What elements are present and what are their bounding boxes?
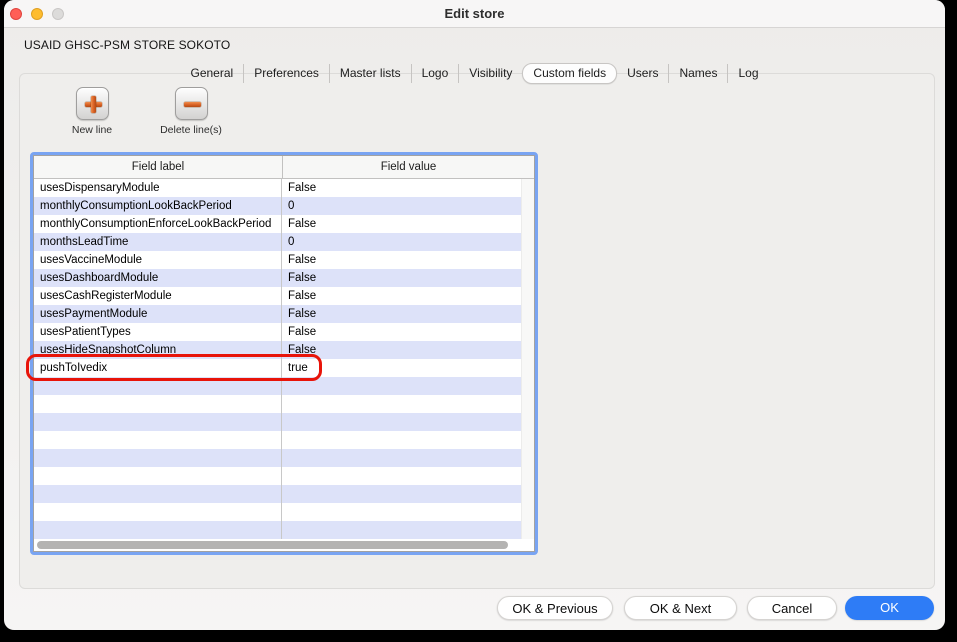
field-label-cell[interactable]: monthsLeadTime — [34, 233, 282, 251]
empty-cell — [34, 467, 282, 485]
table-row[interactable]: usesVaccineModule False — [34, 251, 521, 269]
minus-icon — [184, 96, 201, 113]
new-line-button[interactable]: New line — [56, 87, 128, 136]
table-row[interactable]: usesDispensaryModule False — [34, 179, 521, 197]
tab-general[interactable]: General — [180, 64, 243, 83]
empty-cell — [282, 449, 521, 467]
empty-cell — [282, 431, 521, 449]
ok-previous-button[interactable]: OK & Previous — [497, 596, 613, 620]
new-line-label: New line — [72, 124, 112, 136]
table-row[interactable]: usesHideSnapshotColumn False — [34, 341, 521, 359]
field-label-cell[interactable]: pushToIvedix — [34, 359, 282, 377]
empty-row — [34, 395, 521, 413]
empty-cell — [34, 449, 282, 467]
ok-button[interactable]: OK — [845, 596, 934, 620]
field-label-cell[interactable]: usesDispensaryModule — [34, 179, 282, 197]
empty-row — [34, 413, 521, 431]
empty-cell — [282, 467, 521, 485]
delete-lines-button-face[interactable] — [175, 87, 208, 120]
table-row[interactable]: usesPaymentModule False — [34, 305, 521, 323]
field-label-cell[interactable]: monthlyConsumptionLookBackPeriod — [34, 197, 282, 215]
tab-custom-fields[interactable]: Custom fields — [522, 63, 617, 84]
table-row[interactable]: monthlyConsumptionLookBackPeriod 0 — [34, 197, 521, 215]
empty-cell — [282, 503, 521, 521]
store-name-label: USAID GHSC-PSM STORE SOKOTO — [24, 38, 230, 52]
field-label-cell[interactable]: usesPaymentModule — [34, 305, 282, 323]
field-value-cell[interactable]: False — [282, 305, 521, 323]
column-header-field-label[interactable]: Field label — [34, 156, 283, 178]
window-title: Edit store — [4, 0, 945, 28]
empty-row — [34, 485, 521, 503]
empty-cell — [34, 431, 282, 449]
tab-preferences[interactable]: Preferences — [243, 64, 329, 83]
tab-names[interactable]: Names — [668, 64, 727, 83]
table-header: Field label Field value — [34, 156, 534, 179]
field-value-cell[interactable]: 0 — [282, 197, 521, 215]
field-label-cell[interactable]: monthlyConsumptionEnforceLookBackPeriod — [34, 215, 282, 233]
empty-cell — [282, 521, 521, 539]
table-row[interactable]: monthlyConsumptionEnforceLookBackPeriod … — [34, 215, 521, 233]
empty-cell — [282, 377, 521, 395]
field-value-cell[interactable]: False — [282, 287, 521, 305]
horizontal-scrollbar-track[interactable] — [34, 539, 534, 551]
field-value-cell[interactable]: true — [282, 359, 521, 377]
tab-log[interactable]: Log — [727, 64, 768, 83]
table-row-push-to-ivedix[interactable]: pushToIvedix true — [34, 359, 521, 377]
empty-cell — [282, 485, 521, 503]
empty-row — [34, 431, 521, 449]
column-header-field-value[interactable]: Field value — [283, 156, 534, 178]
delete-lines-button[interactable]: Delete line(s) — [152, 87, 230, 136]
title-bar: Edit store — [4, 0, 945, 28]
field-value-cell[interactable]: False — [282, 269, 521, 287]
empty-row — [34, 503, 521, 521]
empty-cell — [34, 485, 282, 503]
field-value-cell[interactable]: False — [282, 179, 521, 197]
custom-fields-table: Field label Field value usesDispensaryMo… — [30, 152, 538, 555]
cancel-button[interactable]: Cancel — [747, 596, 837, 620]
vertical-scrollbar-track[interactable] — [521, 179, 534, 539]
empty-row — [34, 377, 521, 395]
tab-logo[interactable]: Logo — [411, 64, 459, 83]
field-value-cell[interactable]: False — [282, 251, 521, 269]
tab-master-lists[interactable]: Master lists — [329, 64, 411, 83]
empty-cell — [282, 395, 521, 413]
field-value-cell[interactable]: False — [282, 341, 521, 359]
empty-cell — [34, 521, 282, 539]
table-row[interactable]: usesDashboardModule False — [34, 269, 521, 287]
tab-users[interactable]: Users — [617, 64, 668, 83]
new-line-button-face[interactable] — [76, 87, 109, 120]
tab-visibility[interactable]: Visibility — [458, 64, 522, 83]
plus-icon — [85, 96, 102, 113]
field-label-cell[interactable]: usesPatientTypes — [34, 323, 282, 341]
empty-cell — [34, 377, 282, 395]
empty-row — [34, 467, 521, 485]
delete-lines-label: Delete line(s) — [160, 124, 222, 136]
empty-row — [34, 449, 521, 467]
table-row[interactable]: usesCashRegisterModule False — [34, 287, 521, 305]
field-value-cell[interactable]: False — [282, 215, 521, 233]
field-label-cell[interactable]: usesVaccineModule — [34, 251, 282, 269]
table-row[interactable]: usesPatientTypes False — [34, 323, 521, 341]
empty-cell — [34, 503, 282, 521]
empty-cell — [282, 413, 521, 431]
horizontal-scrollbar-thumb[interactable] — [37, 541, 508, 549]
empty-cell — [34, 413, 282, 431]
edit-store-window: Edit store USAID GHSC-PSM STORE SOKOTO G… — [4, 0, 945, 630]
field-label-cell[interactable]: usesDashboardModule — [34, 269, 282, 287]
empty-row — [34, 521, 521, 539]
field-value-cell[interactable]: 0 — [282, 233, 521, 251]
table-rows: usesDispensaryModule False monthlyConsum… — [34, 179, 521, 539]
field-label-cell[interactable]: usesCashRegisterModule — [34, 287, 282, 305]
custom-fields-table-inner: Field label Field value usesDispensaryMo… — [33, 155, 535, 552]
table-body: usesDispensaryModule False monthlyConsum… — [34, 179, 534, 539]
empty-cell — [34, 395, 282, 413]
tab-bar: General Preferences Master lists Logo Vi… — [4, 62, 945, 84]
ok-next-button[interactable]: OK & Next — [624, 596, 737, 620]
field-label-cell[interactable]: usesHideSnapshotColumn — [34, 341, 282, 359]
table-row[interactable]: monthsLeadTime 0 — [34, 233, 521, 251]
field-value-cell[interactable]: False — [282, 323, 521, 341]
